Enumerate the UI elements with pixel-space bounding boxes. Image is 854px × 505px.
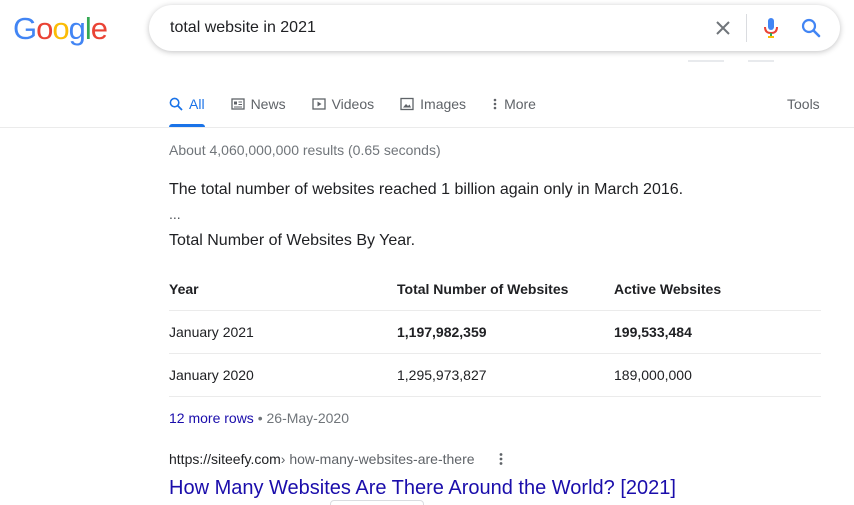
- divider: [688, 60, 724, 62]
- logo-letter: o: [36, 11, 53, 46]
- table-cell: January 2021: [169, 324, 254, 340]
- image-icon: [400, 97, 414, 111]
- search-input[interactable]: [170, 5, 630, 51]
- tab-label: News: [250, 96, 286, 112]
- tab-label: More: [504, 96, 536, 112]
- clear-search-button[interactable]: [711, 16, 735, 40]
- news-icon: [230, 98, 245, 110]
- result-url-base: https://siteefy.com: [169, 451, 281, 467]
- result-title-link[interactable]: How Many Websites Are There Around the W…: [169, 476, 676, 500]
- table-row: January 2021 1,197,982,359 199,533,484: [169, 311, 821, 354]
- table-cell: January 2020: [169, 367, 254, 383]
- snippet-date: 26-May-2020: [266, 410, 350, 426]
- close-icon: [716, 21, 730, 35]
- tab-label: Videos: [331, 96, 375, 112]
- search-box: [149, 5, 840, 51]
- search-icon: [169, 97, 183, 111]
- result-options-button[interactable]: [493, 451, 509, 467]
- search-submit-button[interactable]: [799, 16, 823, 40]
- logo-letter: e: [90, 11, 108, 46]
- table-cell: 189,000,000: [614, 367, 692, 383]
- result-chip: [330, 500, 424, 505]
- logo-letter: g: [68, 11, 86, 46]
- search-tabs: All News Videos Images More: [169, 93, 562, 127]
- logo-letter: o: [52, 11, 69, 46]
- tools-button[interactable]: Tools: [787, 96, 820, 112]
- more-vert-icon: [493, 98, 497, 110]
- table-cell: 199,533,484: [614, 324, 692, 340]
- table-cell: 1,197,982,359: [397, 324, 487, 340]
- search-icon: [801, 18, 821, 38]
- more-rows-link[interactable]: 12 more rows: [169, 410, 254, 426]
- snippet-ellipsis: ...: [169, 206, 181, 222]
- microphone-icon: [764, 18, 778, 38]
- voice-search-button[interactable]: [759, 16, 783, 40]
- table-row: January 2020 1,295,973,827 189,000,000: [169, 354, 821, 397]
- table-cell: 1,295,973,827: [397, 367, 487, 383]
- tab-more[interactable]: More: [492, 93, 536, 127]
- snippet-table: Year Total Number of Websites Active Web…: [169, 268, 821, 397]
- table-header-cell: Active Websites: [614, 281, 722, 297]
- divider: [748, 60, 774, 62]
- video-icon: [311, 98, 326, 110]
- tab-videos[interactable]: Videos: [311, 93, 375, 127]
- result-url-path: › how-many-websites-are-there: [280, 451, 475, 467]
- more-vert-icon: [499, 453, 502, 465]
- tabs-divider: [0, 127, 854, 128]
- table-header-cell: Total Number of Websites: [397, 281, 569, 297]
- tab-label: Images: [420, 96, 467, 112]
- tab-news[interactable]: News: [230, 93, 286, 127]
- snippet-heading: Total Number of Websites By Year.: [169, 232, 416, 249]
- table-header-cell: Year: [169, 281, 199, 297]
- result-stats: About 4,060,000,000 results (0.65 second…: [169, 142, 441, 158]
- more-rows-line: 12 more rows • 26-May-2020: [169, 410, 349, 426]
- tab-label: All: [189, 96, 205, 112]
- featured-snippet-text: The total number of websites reached 1 b…: [169, 181, 684, 198]
- bullet-separator: •: [257, 410, 267, 426]
- result-url: https://siteefy.com › how-many-websites-…: [169, 451, 509, 467]
- tab-images[interactable]: Images: [400, 93, 466, 127]
- search-box-divider: [746, 14, 747, 42]
- logo-letter: G: [13, 11, 37, 46]
- tab-all[interactable]: All: [169, 93, 205, 127]
- table-header-row: Year Total Number of Websites Active Web…: [169, 268, 821, 311]
- google-logo[interactable]: Google: [13, 11, 108, 47]
